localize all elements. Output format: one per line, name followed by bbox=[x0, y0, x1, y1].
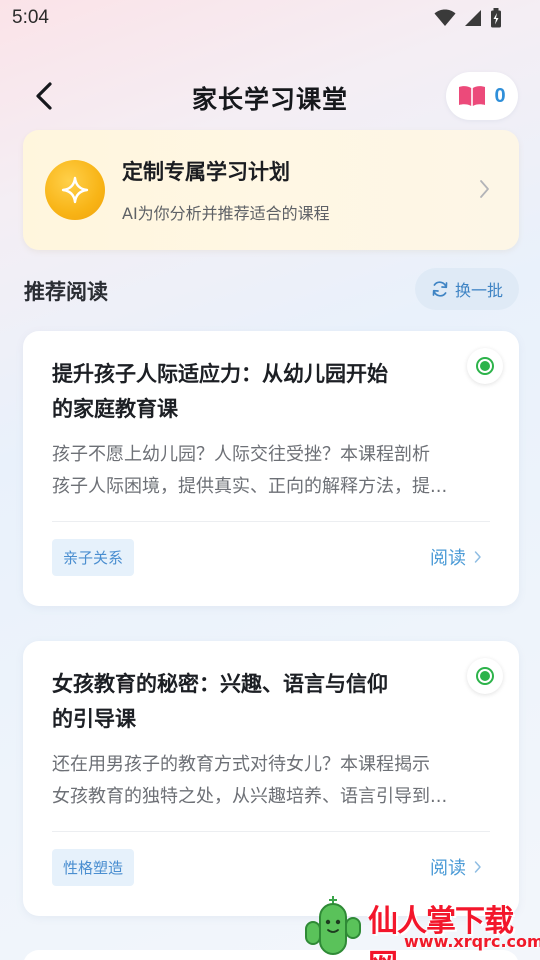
site-watermark: 仙人掌下载网 www.xrqrc.com bbox=[296, 888, 540, 960]
divider bbox=[52, 831, 490, 832]
course-description: 还在用男孩子的教育方式对待女儿？本课程揭示 女孩教育的独特之处，从兴趣培养、语言… bbox=[52, 749, 492, 813]
bookshelf-button[interactable]: 0 bbox=[446, 72, 518, 120]
status-bar: 5:04 bbox=[0, 0, 540, 36]
selected-radio-icon[interactable] bbox=[467, 658, 503, 694]
section-title: 推荐阅读 bbox=[24, 280, 108, 304]
read-button[interactable]: 阅读 bbox=[430, 544, 482, 570]
course-description-line: 还在用男孩子的教育方式对待女儿？本课程揭示 bbox=[52, 754, 430, 775]
watermark-url: www.xrqrc.com bbox=[404, 932, 540, 951]
chevron-right-icon bbox=[480, 180, 489, 198]
read-label: 阅读 bbox=[430, 858, 466, 879]
custom-plan-card[interactable]: 定制专属学习计划 AI为你分析并推荐适合的课程 bbox=[23, 130, 519, 250]
selected-radio-icon[interactable] bbox=[467, 348, 503, 384]
chevron-right-icon bbox=[474, 861, 481, 873]
refresh-batch-label: 换一批 bbox=[454, 281, 503, 300]
status-icons bbox=[434, 8, 502, 28]
course-title-line: 的引导课 bbox=[52, 707, 136, 731]
course-description-line: 孩子人际困境，提供真实、正向的解释方法，提... bbox=[52, 476, 448, 497]
open-book-icon bbox=[459, 86, 486, 106]
course-title: 女孩教育的秘密：兴趣、语言与信仰 的引导课 bbox=[52, 667, 452, 737]
bookshelf-count: 0 bbox=[494, 84, 506, 107]
cactus-logo-icon bbox=[305, 896, 361, 955]
divider bbox=[52, 521, 490, 522]
category-tag: 亲子关系 bbox=[52, 539, 135, 576]
course-title-line: 女孩教育的秘密：兴趣、语言与信仰 bbox=[52, 672, 388, 696]
wifi-icon bbox=[434, 9, 456, 26]
read-button[interactable]: 阅读 bbox=[430, 854, 482, 880]
course-title-line: 的家庭教育课 bbox=[52, 397, 178, 421]
app-header: 家长学习课堂 0 bbox=[0, 66, 540, 126]
refresh-batch-button[interactable]: 换一批 bbox=[415, 268, 519, 310]
chevron-right-icon bbox=[474, 551, 481, 563]
read-label: 阅读 bbox=[430, 548, 466, 569]
course-description-line: 女孩教育的独特之处，从兴趣培养、语言引导到... bbox=[52, 786, 448, 807]
course-card[interactable]: 提升孩子人际适应力：从幼儿园开始 的家庭教育课 孩子不愿上幼儿园？人际交往受挫？… bbox=[23, 331, 519, 606]
course-title-line: 提升孩子人际适应力：从幼儿园开始 bbox=[52, 362, 388, 386]
cell-signal-icon bbox=[465, 10, 481, 26]
course-description: 孩子不愿上幼儿园？人际交往受挫？本课程剖析 孩子人际困境，提供真实、正向的解释方… bbox=[52, 439, 492, 503]
refresh-icon bbox=[432, 281, 448, 297]
plan-card-title: 定制专属学习计划 bbox=[122, 160, 290, 184]
plan-card-subtitle: AI为你分析并推荐适合的课程 bbox=[122, 204, 330, 223]
status-time: 5:04 bbox=[12, 7, 49, 28]
sparkle-icon bbox=[45, 160, 105, 220]
course-title: 提升孩子人际适应力：从幼儿园开始 的家庭教育课 bbox=[52, 357, 452, 427]
course-description-line: 孩子不愿上幼儿园？人际交往受挫？本课程剖析 bbox=[52, 444, 430, 465]
category-tag: 性格塑造 bbox=[52, 849, 135, 886]
battery-icon bbox=[491, 8, 501, 28]
course-card[interactable]: 女孩教育的秘密：兴趣、语言与信仰 的引导课 还在用男孩子的教育方式对待女儿？本课… bbox=[23, 641, 519, 916]
